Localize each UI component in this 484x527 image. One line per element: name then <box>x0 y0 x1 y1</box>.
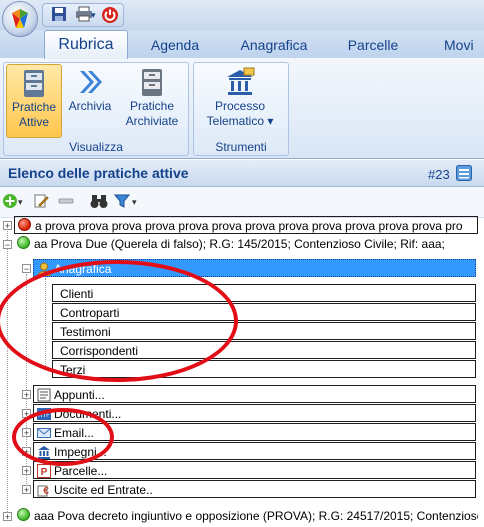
expand-toggle[interactable]: + <box>3 512 12 522</box>
power-icon[interactable] <box>101 6 119 24</box>
list-icon[interactable] <box>456 165 472 181</box>
pratica-label: a prova prova prova prova prova prova pr… <box>35 219 463 233</box>
processo-telematico-icon <box>224 66 256 98</box>
expand-toggle[interactable]: + <box>3 221 12 231</box>
status-green-icon <box>17 236 30 249</box>
group-strumenti-label: Strumenti <box>215 140 267 154</box>
annotation-oval <box>0 260 238 382</box>
processo-telematico-button[interactable]: Processo Telematico ▾ <box>198 64 282 136</box>
filter-dropdown-icon[interactable]: ▾ <box>132 197 140 207</box>
pratiche-archiviate-label-1: Pratiche <box>129 99 175 113</box>
pratica-row[interactable]: aaa Pova decreto ingiuntivo e opposizion… <box>14 507 478 525</box>
expand-toggle[interactable]: + <box>22 466 31 476</box>
pratica-row[interactable]: a prova prova prova prova prova prova pr… <box>14 216 478 234</box>
pratiche-archiviate-button[interactable]: Pratiche Archiviate <box>122 64 182 136</box>
office-orb-icon[interactable] <box>2 1 38 37</box>
tree-node-label: Appunti... <box>54 388 105 402</box>
processo-telematico-label-1: Processo <box>214 99 266 113</box>
archivia-icon <box>74 66 106 98</box>
edit-icon[interactable] <box>33 193 49 209</box>
binoculars-icon[interactable] <box>90 193 108 209</box>
quick-access-toolbar: ▾ <box>42 3 124 27</box>
save-icon[interactable] <box>51 6 69 24</box>
svg-text:€: € <box>43 486 49 497</box>
pratiche-attive-button[interactable]: Pratiche Attive <box>6 64 62 138</box>
tab-rubrica[interactable]: Rubrica <box>44 30 128 59</box>
tree-node-label: Parcelle... <box>54 464 108 478</box>
expand-toggle[interactable]: + <box>22 390 31 400</box>
filter-icon[interactable] <box>113 193 131 209</box>
tree-node-parcelle[interactable]: P Parcelle... <box>33 461 476 479</box>
panel-title: Elenco delle pratiche attive <box>8 165 189 181</box>
expand-toggle[interactable]: + <box>22 485 31 495</box>
processo-telematico-label-2: Telematico ▾ <box>206 114 274 128</box>
pratica-row[interactable]: aa Prova Due (Querela di falso); R.G: 14… <box>14 235 478 253</box>
collapse-toggle[interactable]: − <box>22 264 31 274</box>
remove-icon[interactable] <box>58 193 74 209</box>
add-icon[interactable] <box>2 193 18 209</box>
pratica-label: aa Prova Due (Querela di falso); R.G: 14… <box>34 237 445 251</box>
pdf-parcella-icon: P <box>37 464 51 478</box>
tab-agenda[interactable]: Agenda <box>140 34 210 56</box>
money-icon: € <box>37 483 51 497</box>
pratica-label: aaa Pova decreto ingiuntivo e opposizion… <box>34 509 478 523</box>
pratiche-attive-icon <box>18 67 50 99</box>
tree-connector <box>7 224 8 514</box>
panel-count: #23 <box>428 167 450 182</box>
tree-node-label: Uscite ed Entrate.. <box>54 483 153 497</box>
pratiche-attive-label-2: Attive <box>18 115 49 129</box>
archivia-label: Archivia <box>68 99 112 113</box>
pratiche-attive-label-1: Pratiche <box>11 100 57 114</box>
pratiche-archiviate-label-2: Archiviate <box>125 114 179 128</box>
archivia-button[interactable]: Archivia <box>64 64 116 136</box>
tab-movimenti[interactable]: Movi <box>444 34 484 56</box>
dropdown-arrow-icon[interactable]: ▾ <box>91 6 99 24</box>
tab-parcelle[interactable]: Parcelle <box>338 34 408 56</box>
tree-node-appunti[interactable]: Appunti... <box>33 385 476 403</box>
status-red-icon <box>18 218 31 231</box>
status-green-icon <box>17 508 30 521</box>
group-visualizza-label: Visualizza <box>69 140 123 154</box>
add-dropdown-icon[interactable]: ▾ <box>18 197 26 207</box>
tab-anagrafica[interactable]: Anagrafica <box>236 34 312 56</box>
collapse-toggle[interactable]: − <box>3 240 12 250</box>
annotation-oval <box>12 408 114 466</box>
pratiche-archiviate-icon <box>136 66 168 98</box>
svg-text:P: P <box>41 467 48 478</box>
tree-node-uscite-entrate[interactable]: € Uscite ed Entrate.. <box>33 480 476 498</box>
notes-icon <box>37 388 51 402</box>
